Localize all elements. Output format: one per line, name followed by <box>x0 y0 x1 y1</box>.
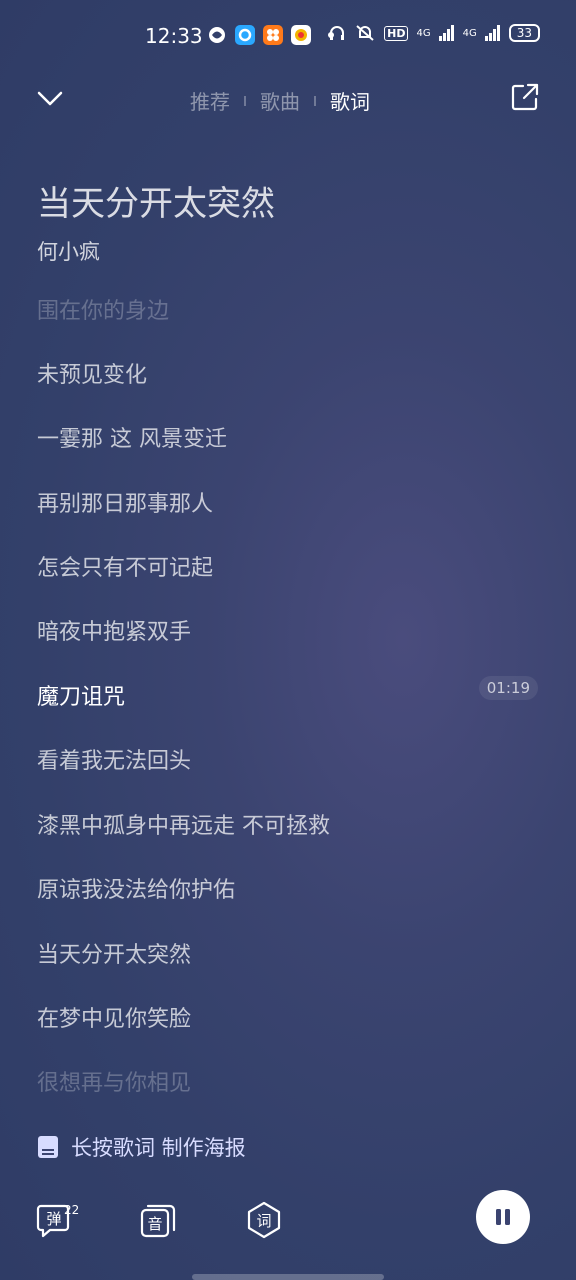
lyric-line[interactable]: 再别那日那事那人 <box>37 486 213 518</box>
lyric-line[interactable]: 暗夜中抱紧双手 <box>37 614 191 646</box>
lyric-line[interactable]: 围在你的身边 <box>37 293 169 325</box>
lyric-line[interactable]: 看着我无法回头 <box>37 743 191 775</box>
net-label-1: 4G <box>416 27 431 39</box>
headphone-icon <box>330 26 345 40</box>
poster-hint-text: 长按歌词 制作海报 <box>71 1136 246 1160</box>
artist-name[interactable]: 何小疯 <box>37 236 100 266</box>
share-external-icon[interactable] <box>510 82 540 112</box>
lyric-line[interactable]: 原谅我没法给你护佑 <box>37 872 235 904</box>
app-icon-3 <box>263 25 283 45</box>
lyric-line[interactable]: 很想再与你相见 <box>37 1065 191 1097</box>
lyric-style-label: 词 <box>256 1211 272 1230</box>
net-label-2: 4G <box>462 27 477 39</box>
status-right: HD 4G 4G 33 <box>328 24 540 42</box>
app-icon-4 <box>291 25 311 45</box>
tab-songs[interactable]: 歌曲 <box>260 86 300 115</box>
tab-bar: 推荐 歌曲 歌词 <box>190 86 370 115</box>
lyric-style-button[interactable]: 词 <box>244 1200 284 1240</box>
home-indicator[interactable] <box>192 1274 384 1280</box>
status-time: 12:33 <box>145 24 203 48</box>
lyric-line-current[interactable]: 魔刀诅咒 <box>37 679 125 711</box>
lyric-time-badge[interactable]: 01:19 <box>478 676 538 700</box>
poster-icon <box>38 1136 58 1158</box>
signal-icon <box>484 25 500 41</box>
tab-divider <box>244 95 246 106</box>
make-poster-hint[interactable]: 长按歌词 制作海报 <box>37 1132 246 1162</box>
mute-bell-icon <box>356 25 374 41</box>
tab-recommend[interactable]: 推荐 <box>190 86 230 115</box>
lyric-line[interactable]: 怎会只有不可记起 <box>37 550 213 582</box>
song-title: 当天分开太突然 <box>37 184 275 224</box>
app-icon-2 <box>235 25 255 45</box>
audio-quality-button[interactable]: 音 <box>138 1200 178 1240</box>
audio-quality-label: 音 <box>147 1214 163 1233</box>
lyric-line[interactable]: 当天分开太突然 <box>37 937 191 969</box>
lyric-line[interactable]: 在梦中见你笑脸 <box>37 1001 191 1033</box>
pause-icon <box>496 1209 510 1225</box>
tab-divider <box>314 95 316 106</box>
lyric-line[interactable]: 一霎那 这 风景变迁 <box>37 421 227 453</box>
hd-badge: HD <box>384 25 409 41</box>
lyric-line[interactable]: 未预见变化 <box>37 357 147 389</box>
app-icon-1 <box>207 25 227 45</box>
danmu-count-badge: 22 <box>64 1203 80 1217</box>
tab-lyrics[interactable]: 歌词 <box>330 86 370 115</box>
battery-icon: 33 <box>508 24 540 42</box>
lyric-line[interactable]: 漆黑中孤身中再远走 不可拯救 <box>37 808 330 840</box>
signal-icon <box>438 25 454 41</box>
pause-button[interactable] <box>476 1190 530 1244</box>
collapse-chevron-down-icon[interactable] <box>36 84 64 112</box>
